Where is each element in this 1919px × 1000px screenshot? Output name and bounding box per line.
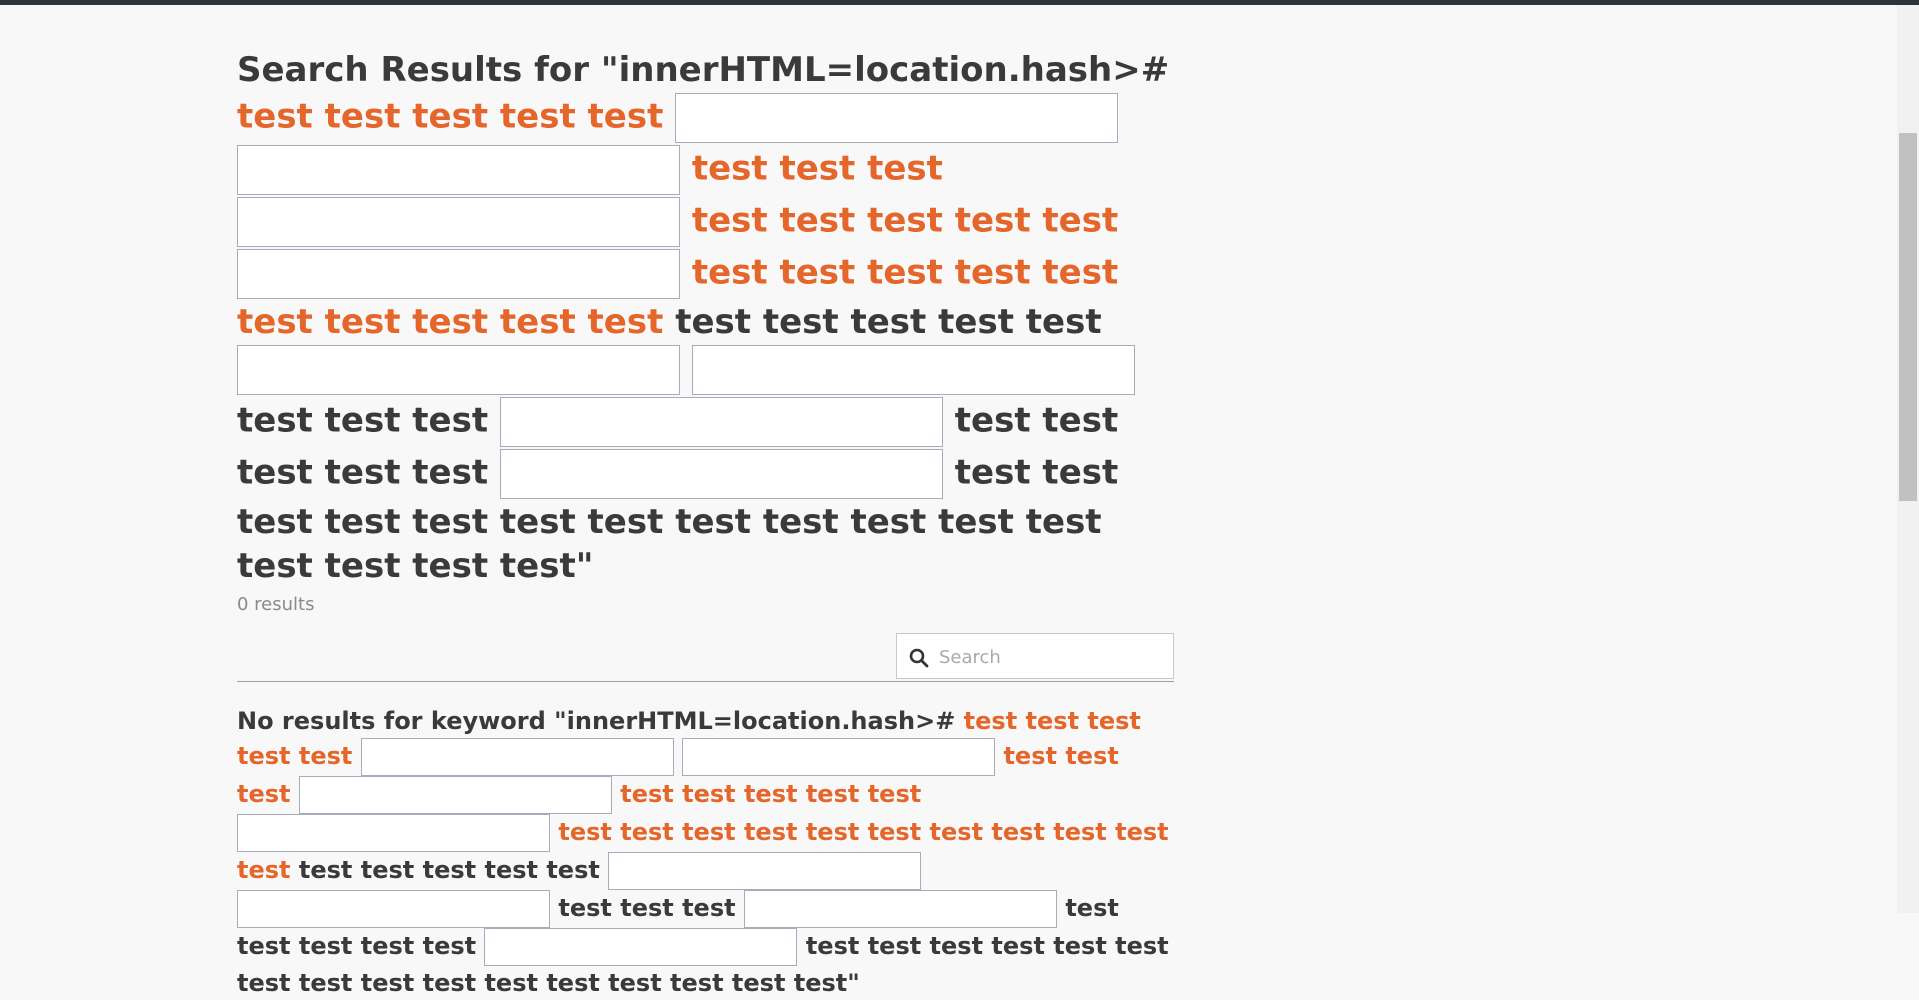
injected-input[interactable] [743, 890, 1057, 928]
injected-input[interactable] [484, 928, 798, 966]
main-content: Search Results for "innerHTML=location.h… [237, 48, 1177, 1000]
injected-input[interactable] [298, 776, 612, 814]
title-text: test test test [237, 400, 489, 441]
injected-input[interactable] [237, 145, 680, 195]
injected-input[interactable] [237, 345, 680, 395]
injected-input[interactable] [675, 93, 1119, 143]
injected-input[interactable] [237, 249, 680, 299]
injected-input[interactable] [608, 852, 922, 890]
title-text: test test test test test [675, 302, 1102, 342]
no-results-prefix: No results for keyword "innerHTML=locati… [237, 707, 956, 735]
search-box[interactable] [896, 633, 1174, 679]
search-bar [237, 633, 1174, 682]
page-title: Search Results for "innerHTML=location.h… [237, 48, 1177, 588]
no-results-text-orange: test test test test test [620, 780, 922, 808]
title-text: test test [324, 452, 489, 493]
injected-input[interactable] [237, 814, 550, 852]
injected-input[interactable] [237, 197, 680, 247]
injected-input[interactable] [499, 397, 943, 447]
title-text-orange: test test test [691, 148, 943, 189]
injected-input[interactable] [237, 890, 550, 928]
search-input[interactable] [937, 642, 1166, 672]
title-text-orange: test test test test test [691, 200, 1119, 241]
scrollbar[interactable] [1897, 5, 1919, 913]
search-icon[interactable] [909, 648, 929, 668]
top-bar [0, 0, 1919, 5]
title-text-orange: test test test test test [237, 96, 664, 137]
injected-input[interactable] [360, 738, 674, 776]
title-prefix: Search Results for "innerHTML=location.h… [237, 50, 1170, 90]
injected-input[interactable] [499, 449, 943, 499]
injected-input[interactable] [691, 345, 1135, 395]
no-results-text: test test test test test [298, 856, 600, 884]
results-count: 0 results [237, 594, 315, 615]
no-results-text: test test test [558, 894, 736, 922]
scrollbar-thumb[interactable] [1899, 133, 1917, 501]
no-results-message: No results for keyword "innerHTML=locati… [237, 704, 1177, 1000]
injected-input[interactable] [682, 738, 996, 776]
